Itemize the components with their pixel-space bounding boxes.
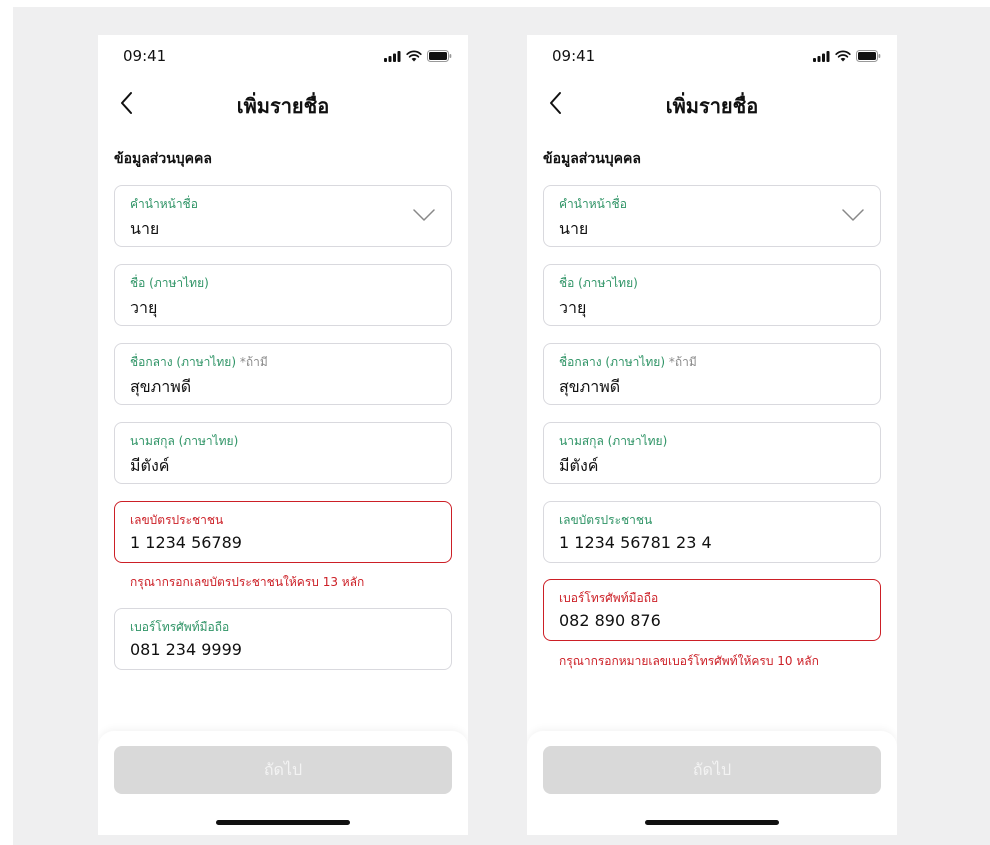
wifi-icon xyxy=(835,50,851,62)
id-card-value: 1 1234 56789 xyxy=(130,533,242,552)
prefix-label: คำนำหน้าชื่อ xyxy=(559,197,627,211)
phone-field[interactable]: เบอร์โทรศัพท์มือถือ 082 890 876 xyxy=(543,579,881,641)
id-card-label: เลขบัตรประชาชน xyxy=(559,513,653,527)
next-button[interactable]: ถัดไป xyxy=(543,746,881,794)
status-time: 09:41 xyxy=(123,47,167,65)
first-name-label: ชื่อ (ภาษาไทย) xyxy=(559,276,638,290)
bottom-action-bar: ถัดไป xyxy=(527,731,897,835)
phone-screen-right: 09:41 เพิ่มรายชื่อ ข้อมูลส่วนบุคคล คำนำห… xyxy=(527,35,897,835)
phone-value: 081 234 9999 xyxy=(130,640,242,659)
last-name-label: นามสกุล (ภาษาไทย) xyxy=(559,434,668,448)
home-indicator[interactable] xyxy=(216,820,350,825)
prefix-select[interactable]: คำนำหน้าชื่อ นาย xyxy=(114,185,452,247)
id-card-label: เลขบัตรประชาชน xyxy=(130,513,224,527)
chevron-down-icon xyxy=(413,209,435,221)
last-name-field[interactable]: นามสกุล (ภาษาไทย) มีตังค์ xyxy=(543,422,881,484)
chevron-down-icon xyxy=(842,209,864,221)
bottom-action-bar: ถัดไป xyxy=(98,731,468,835)
prefix-select[interactable]: คำนำหน้าชื่อ นาย xyxy=(543,185,881,247)
last-name-value: มีตังค์ xyxy=(559,456,599,475)
phone-label: เบอร์โทรศัพท์มือถือ xyxy=(559,591,659,605)
battery-icon xyxy=(427,50,452,62)
section-title: ข้อมูลส่วนบุคคล xyxy=(114,151,212,167)
middle-name-label: ชื่อกลาง (ภาษาไทย) xyxy=(130,355,237,369)
phone-label: เบอร์โทรศัพท์มือถือ xyxy=(130,620,230,634)
id-card-field[interactable]: เลขบัตรประชาชน 1 1234 56781 23 4 xyxy=(543,501,881,563)
middle-name-field[interactable]: ชื่อกลาง (ภาษาไทย) *ถ้ามี สุขภาพดี xyxy=(114,343,452,405)
phone-value: 082 890 876 xyxy=(559,611,661,630)
status-time: 09:41 xyxy=(552,47,596,65)
middle-name-field[interactable]: ชื่อกลาง (ภาษาไทย) *ถ้ามี สุขภาพดี xyxy=(543,343,881,405)
middle-name-value: สุขภาพดี xyxy=(559,377,621,396)
signal-icon xyxy=(384,50,401,62)
last-name-field[interactable]: นามสกุล (ภาษาไทย) มีตังค์ xyxy=(114,422,452,484)
first-name-field[interactable]: ชื่อ (ภาษาไทย) วายุ xyxy=(114,264,452,326)
section-title: ข้อมูลส่วนบุคคล xyxy=(543,151,641,167)
last-name-value: มีตังค์ xyxy=(130,456,170,475)
home-indicator[interactable] xyxy=(645,820,779,825)
phone-screen-left: 09:41 เพิ่มรายชื่อ ข้อมูลส่วนบุคคล คำนำห… xyxy=(98,35,468,835)
first-name-label: ชื่อ (ภาษาไทย) xyxy=(130,276,209,290)
optional-note: *ถ้ามี xyxy=(668,355,697,369)
status-bar: 09:41 xyxy=(98,35,468,83)
first-name-value: วายุ xyxy=(559,298,587,317)
last-name-label: นามสกุล (ภาษาไทย) xyxy=(130,434,239,448)
prefix-value: นาย xyxy=(559,219,589,238)
signal-icon xyxy=(813,50,830,62)
phone-field[interactable]: เบอร์โทรศัพท์มือถือ 081 234 9999 xyxy=(114,608,452,670)
wifi-icon xyxy=(406,50,422,62)
next-button[interactable]: ถัดไป xyxy=(114,746,452,794)
prefix-value: นาย xyxy=(130,219,160,238)
middle-name-label: ชื่อกลาง (ภาษาไทย) xyxy=(559,355,666,369)
page-title: เพิ่มรายชื่อ xyxy=(236,94,330,118)
optional-note: *ถ้ามี xyxy=(239,355,268,369)
id-card-error-message: กรุณากรอกเลขบัตรประชาชนให้ครบ 13 หลัก xyxy=(130,575,365,589)
page-title: เพิ่มรายชื่อ xyxy=(665,94,759,118)
first-name-field[interactable]: ชื่อ (ภาษาไทย) วายุ xyxy=(543,264,881,326)
first-name-value: วายุ xyxy=(130,298,158,317)
id-card-value: 1 1234 56781 23 4 xyxy=(559,533,712,552)
middle-name-value: สุขภาพดี xyxy=(130,377,192,396)
status-bar: 09:41 xyxy=(527,35,897,83)
prefix-label: คำนำหน้าชื่อ xyxy=(130,197,198,211)
phone-error-message: กรุณากรอกหมายเลขเบอร์โทรศัพท์ให้ครบ 10 ห… xyxy=(559,654,819,668)
battery-icon xyxy=(856,50,881,62)
id-card-field[interactable]: เลขบัตรประชาชน 1 1234 56789 xyxy=(114,501,452,563)
